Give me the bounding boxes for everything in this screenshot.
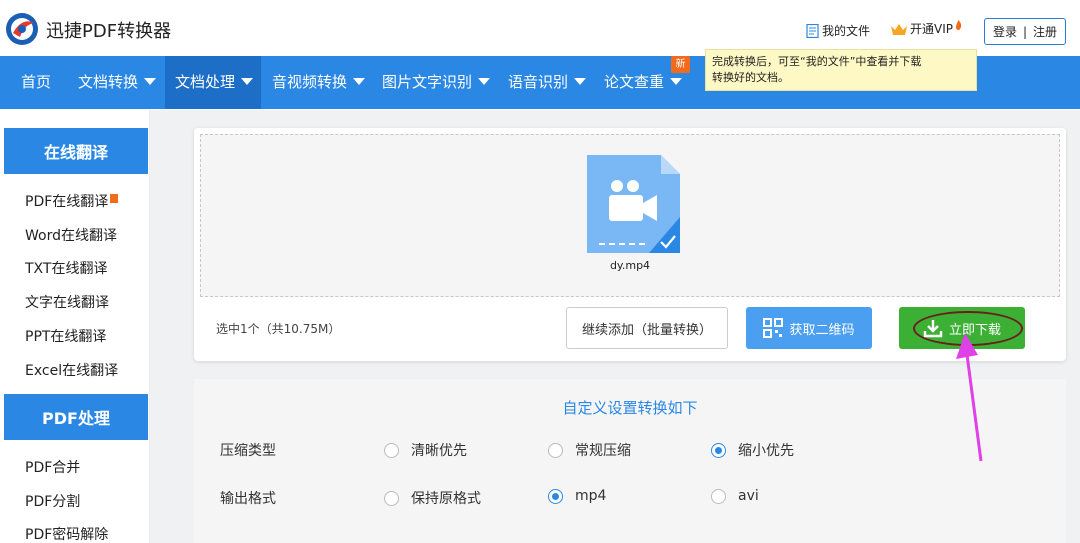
app-title: 迅捷PDF转换器 (46, 21, 172, 42)
sidebar-heading-translate[interactable]: 在线翻译 (4, 128, 148, 174)
caret-down-icon (144, 78, 157, 85)
video-file-icon[interactable] (587, 155, 680, 253)
vip-link[interactable]: 开通VIP (890, 19, 962, 37)
continue-add-button[interactable]: 继续添加（批量转换） (566, 307, 728, 349)
nav-item-av-convert[interactable]: 音视频转换 (272, 56, 366, 109)
sidebar-item-pdf-unlock[interactable]: PDF密码解除 (25, 524, 108, 543)
sidebar-item-word-translate[interactable]: Word在线翻译 (25, 225, 117, 245)
app-logo-icon[interactable] (4, 11, 40, 47)
tooltip-line: 转换好的文档。 (712, 71, 789, 84)
radio-label: 缩小优先 (738, 443, 794, 459)
radio-dot (384, 442, 399, 458)
file-name: dy.mp4 (609, 259, 651, 272)
radio-format-mp4[interactable]: mp4 (548, 488, 606, 504)
nav-item-label: 首页 (20, 73, 51, 91)
radio-format-avi[interactable]: avi (711, 488, 759, 504)
hot-badge-icon (110, 194, 119, 203)
new-badge: 新 (671, 56, 690, 73)
nav-item-label: 论文查重 (604, 73, 665, 91)
vip-label: 开通VIP (910, 22, 953, 36)
nav-item-doc-convert[interactable]: 文档转换 (78, 56, 157, 109)
nav-item-doc-process[interactable]: 文档处理 (165, 56, 261, 109)
get-qrcode-label: 获取二维码 (789, 322, 855, 338)
my-files-label: 我的文件 (822, 24, 871, 38)
radio-dot (711, 488, 726, 504)
radio-compress-clarity[interactable]: 清晰优先 (384, 440, 467, 460)
sidebar-item-pdf-merge[interactable]: PDF合并 (25, 457, 80, 477)
sidebar-item-label: PDF在线翻译 (25, 194, 109, 210)
radio-label: 清晰优先 (411, 443, 467, 459)
radio-compress-smaller[interactable]: 缩小优先 (711, 440, 794, 460)
sidebar-heading-pdf[interactable]: PDF处理 (4, 394, 148, 440)
caret-down-icon (478, 78, 491, 85)
sidebar-item-text-translate[interactable]: 文字在线翻译 (25, 292, 109, 312)
crown-icon (891, 23, 907, 35)
sidebar-item-pdf-translate[interactable]: PDF在线翻译 (25, 191, 119, 211)
tooltip-line: 完成转换后，可至“我的文件”中查看并下载 (712, 55, 922, 68)
qrcode-icon (763, 318, 784, 338)
radio-label: mp4 (575, 488, 607, 504)
radio-label: 常规压缩 (575, 443, 631, 459)
nav-item-label: 文档处理 (175, 73, 236, 91)
radio-dot-selected (711, 442, 726, 458)
top-header: 迅捷PDF转换器 我的文件 开通VIP 登录 | 注册 (0, 0, 1080, 56)
nav-item-label: 图片文字识别 (382, 73, 473, 91)
nav-item-home[interactable]: 首页 (10, 56, 62, 109)
settings-title: 自定义设置转换如下 (562, 399, 698, 417)
separator: | (1022, 24, 1028, 39)
sidebar-item-excel-translate[interactable]: Excel在线翻译 (25, 360, 118, 380)
selected-file-info: 选中1个（共10.75M） (216, 322, 341, 336)
output-format-label: 输出格式 (220, 491, 276, 507)
caret-down-icon (670, 78, 683, 85)
nav-item-label: 音视频转换 (272, 73, 348, 91)
radio-label: 保持原格式 (411, 491, 481, 507)
radio-format-keep[interactable]: 保持原格式 (384, 488, 481, 508)
nav-item-ocr[interactable]: 图片文字识别 (382, 56, 491, 109)
flame-icon (956, 19, 962, 30)
caret-down-icon (241, 78, 254, 85)
sidebar-item-pdf-split[interactable]: PDF分割 (25, 491, 80, 511)
radio-dot (548, 442, 563, 458)
document-icon (806, 23, 819, 38)
sidebar-item-txt-translate[interactable]: TXT在线翻译 (25, 258, 107, 278)
nav-item-speech[interactable]: 语音识别 (508, 56, 587, 109)
radio-dot-selected (548, 488, 563, 504)
register-button[interactable]: 注册 (1033, 23, 1057, 40)
radio-label: avi (738, 488, 759, 504)
compress-type-label: 压缩类型 (220, 443, 276, 459)
sidebar-item-ppt-translate[interactable]: PPT在线翻译 (25, 326, 106, 346)
my-files-link[interactable]: 我的文件 (806, 22, 870, 39)
caret-down-icon (353, 78, 366, 85)
continue-add-label: 继续添加（批量转换） (581, 322, 712, 338)
my-files-tooltip: 完成转换后，可至“我的文件”中查看并下载 转换好的文档。 (705, 49, 977, 91)
login-button[interactable]: 登录 (993, 23, 1017, 40)
nav-item-label: 语音识别 (508, 73, 569, 91)
annotation-arrow (956, 333, 983, 462)
caret-down-icon (574, 78, 587, 85)
radio-dot (384, 490, 399, 506)
nav-item-label: 文档转换 (78, 73, 139, 91)
radio-compress-normal[interactable]: 常规压缩 (548, 440, 631, 460)
login-register-box: 登录 | 注册 (984, 18, 1066, 45)
get-qrcode-button[interactable]: 获取二维码 (746, 307, 872, 349)
